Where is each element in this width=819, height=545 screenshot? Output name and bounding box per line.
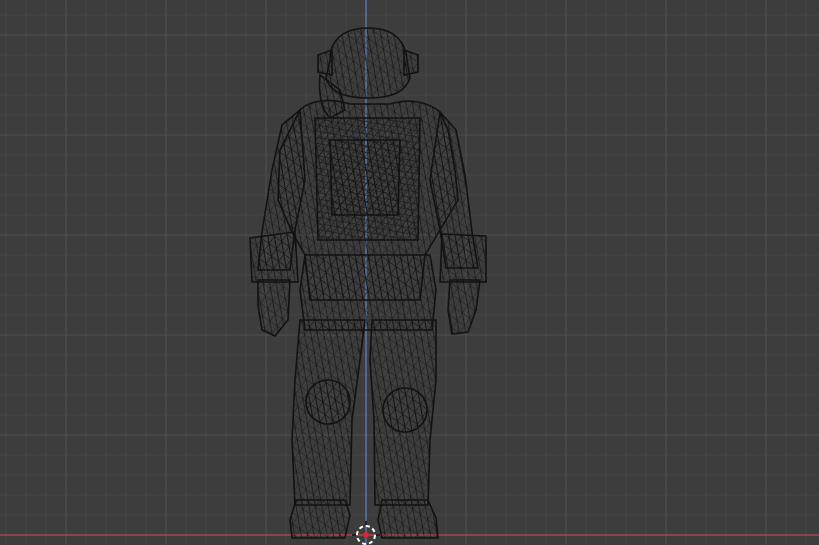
astronaut-wireframe-model[interactable] [249,27,487,539]
right-leg[interactable] [369,319,437,506]
right-boot[interactable] [377,499,439,539]
3d-viewport[interactable] [0,0,819,545]
left-glove[interactable] [257,279,291,337]
viewport-canvas[interactable] [0,0,819,545]
pelvis[interactable] [299,254,437,331]
left-boot[interactable] [289,499,351,539]
left-leg[interactable] [291,319,366,506]
right-arm[interactable] [429,110,487,283]
right-glove[interactable] [447,279,481,335]
left-arm[interactable] [249,108,306,283]
